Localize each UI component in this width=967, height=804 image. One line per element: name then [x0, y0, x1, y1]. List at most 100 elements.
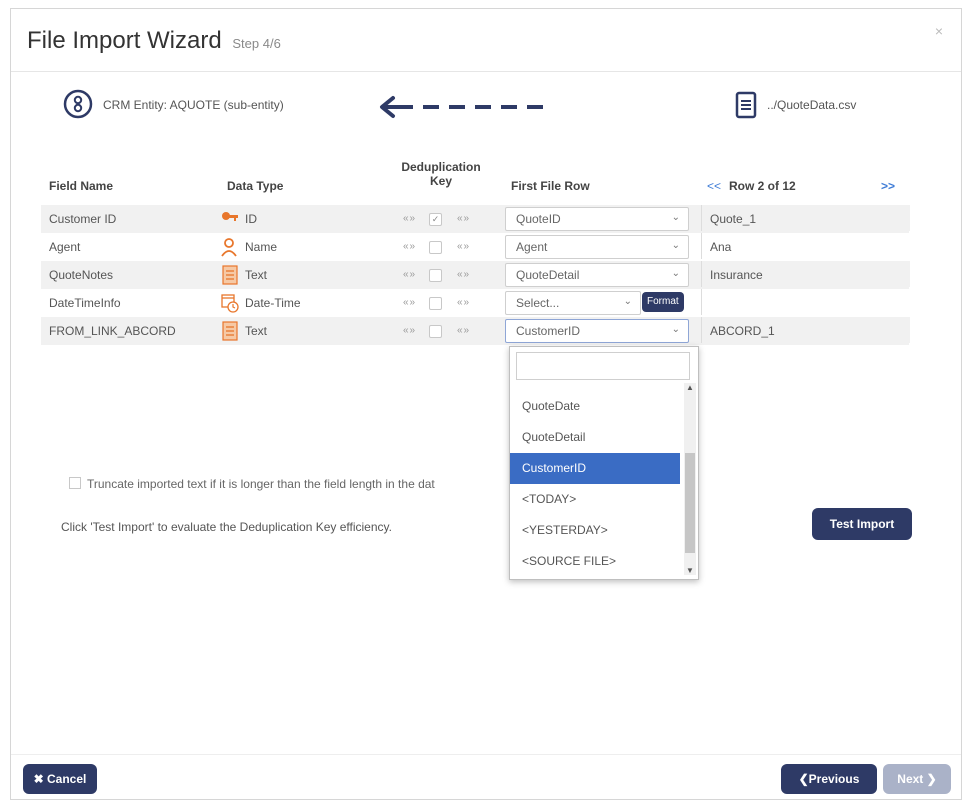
sample-cell: Ana	[701, 233, 910, 259]
table-row: QuoteNotes Text «» «» QuoteDetail ⌄ Insu…	[41, 261, 910, 289]
dropdown-options: QuoteDate QuoteDetail CustomerID <TODAY>…	[510, 383, 680, 577]
sample-cell: ABCORD_1	[701, 317, 910, 343]
dropdown-option[interactable]: <YESTERDAY>	[510, 515, 680, 546]
data-type-label: Name	[245, 240, 278, 254]
dedup-checkbox[interactable]: ✓	[429, 213, 442, 226]
previous-row-link[interactable]: <<	[707, 179, 721, 193]
move-left-icon[interactable]: «»	[403, 269, 416, 280]
dedup-checkbox[interactable]	[429, 325, 442, 338]
dialog-title: File Import Wizard Step 4/6	[27, 27, 281, 55]
move-left-icon[interactable]: «»	[403, 241, 416, 252]
mapping-value: Agent	[516, 240, 548, 254]
table-row: Agent Name «» «» Agent ⌄ Ana	[41, 233, 909, 261]
truncate-option[interactable]: Truncate imported text if it is longer t…	[69, 477, 435, 491]
test-import-hint: Click 'Test Import' to evaluate the Dedu…	[61, 520, 392, 534]
dedup-checkbox[interactable]	[429, 297, 442, 310]
mapping-value: CustomerID	[516, 324, 581, 338]
data-type-label: Text	[245, 268, 268, 282]
dialog-header: File Import Wizard Step 4/6 ×	[11, 9, 961, 72]
format-button[interactable]: Format	[642, 292, 684, 312]
chevron-down-icon: ⌄	[671, 324, 680, 335]
dropdown-scrollbar[interactable]: ▲ ▼	[684, 383, 696, 575]
dropdown-option[interactable]: <SOURCE FILE>	[510, 546, 680, 577]
header-data-type: Data Type	[227, 179, 284, 193]
move-left-icon[interactable]: «»	[403, 297, 416, 308]
import-wizard-dialog: File Import Wizard Step 4/6 × CRM Entity…	[10, 8, 962, 800]
dialog-title-text: File Import Wizard	[27, 27, 222, 54]
move-right-icon[interactable]: «»	[457, 241, 470, 252]
data-type-label: ID	[245, 212, 257, 226]
field-name: Customer ID	[49, 212, 117, 226]
scroll-down-icon[interactable]: ▼	[684, 566, 696, 575]
crm-entity-label: CRM Entity: AQUOTE (sub-entity)	[103, 98, 284, 112]
next-row-link[interactable]: >>	[881, 179, 895, 193]
crm-entity-icon	[63, 89, 93, 119]
field-name: Agent	[49, 240, 81, 254]
field-name: FROM_LINK_ABCORD	[49, 324, 176, 338]
close-icon[interactable]: ×	[935, 23, 943, 39]
move-right-icon[interactable]: «»	[457, 325, 470, 336]
data-type-label: Text	[245, 324, 268, 338]
header-field-name: Field Name	[49, 179, 114, 193]
dedup-checkbox[interactable]	[429, 269, 442, 282]
chevron-down-icon: ⌄	[671, 268, 680, 279]
header-dedup-line1: Deduplication	[401, 160, 481, 174]
move-left-icon[interactable]: «»	[403, 325, 416, 336]
scroll-up-icon[interactable]: ▲	[684, 383, 696, 392]
text-document-icon	[222, 321, 238, 341]
text-document-icon	[222, 265, 238, 285]
field-name: DateTimeInfo	[49, 296, 121, 310]
header-dedup-line2: Key	[429, 174, 452, 188]
document-icon	[735, 91, 757, 119]
table-row: Customer ID ID «» ✓ «» QuoteID ⌄ Quote_1	[41, 205, 910, 233]
dropdown-option-selected[interactable]: CustomerID	[510, 453, 680, 484]
source-file-label: ../QuoteData.csv	[767, 98, 857, 112]
previous-button[interactable]: ❮Previous	[781, 764, 877, 794]
header-dedup-key: Deduplication Key	[393, 160, 489, 188]
move-left-icon[interactable]: «»	[403, 213, 416, 224]
dropdown-search-input[interactable]	[516, 352, 690, 380]
data-type-label: Date-Time	[245, 296, 301, 310]
cancel-label: Cancel	[47, 772, 87, 786]
sample-cell: Insurance	[701, 261, 910, 287]
dropdown-option[interactable]: QuoteDetail	[510, 422, 680, 453]
chevron-right-icon: ❯	[923, 772, 937, 786]
header-first-file-row: First File Row	[511, 179, 590, 193]
mapping-select-open[interactable]: CustomerID ⌄	[505, 319, 689, 343]
chevron-down-icon: ⌄	[623, 296, 632, 307]
step-indicator: Step 4/6	[232, 36, 281, 51]
table-row: DateTimeInfo Date-Time «» «» Select... ⌄…	[41, 289, 909, 317]
scrollbar-thumb[interactable]	[685, 453, 695, 553]
person-icon	[221, 238, 237, 257]
close-icon: ✖	[33, 772, 48, 786]
sample-value: Quote_1	[710, 212, 757, 226]
mapping-dropdown-menu: QuoteDate QuoteDetail CustomerID <TODAY>…	[509, 346, 699, 580]
test-import-button[interactable]: Test Import	[812, 508, 912, 540]
row-counter: Row 2 of 12	[729, 179, 796, 193]
truncate-label: Truncate imported text if it is longer t…	[87, 477, 435, 491]
mapping-select[interactable]: QuoteDetail ⌄	[505, 263, 689, 287]
mapping-select[interactable]: QuoteID ⌄	[505, 207, 689, 231]
cancel-button[interactable]: ✖ Cancel	[23, 764, 97, 794]
mapping-select[interactable]: Select... ⌄	[505, 291, 641, 315]
table-row: FROM_LINK_ABCORD Text «» «» CustomerID ⌄…	[41, 317, 910, 345]
arrow-left-icon	[380, 96, 543, 118]
sample-value: Insurance	[710, 268, 763, 282]
mapping-select[interactable]: Agent ⌄	[505, 235, 689, 259]
truncate-checkbox[interactable]	[69, 477, 81, 489]
dropdown-option[interactable]: <TODAY>	[510, 484, 680, 515]
chevron-left-icon: ❮	[798, 772, 809, 786]
next-button[interactable]: Next ❯	[883, 764, 951, 794]
move-right-icon[interactable]: «»	[457, 297, 470, 308]
sample-cell	[701, 289, 910, 315]
dropdown-option[interactable]: QuoteDate	[510, 391, 680, 422]
mapping-value: Select...	[516, 296, 560, 310]
footer-divider	[11, 754, 961, 755]
move-right-icon[interactable]: «»	[457, 213, 470, 224]
sample-value: ABCORD_1	[710, 324, 775, 338]
sample-value: Ana	[710, 240, 732, 254]
mapping-value: QuoteDetail	[516, 268, 580, 282]
dedup-checkbox[interactable]	[429, 241, 442, 254]
chevron-down-icon: ⌄	[671, 212, 680, 223]
move-right-icon[interactable]: «»	[457, 269, 470, 280]
